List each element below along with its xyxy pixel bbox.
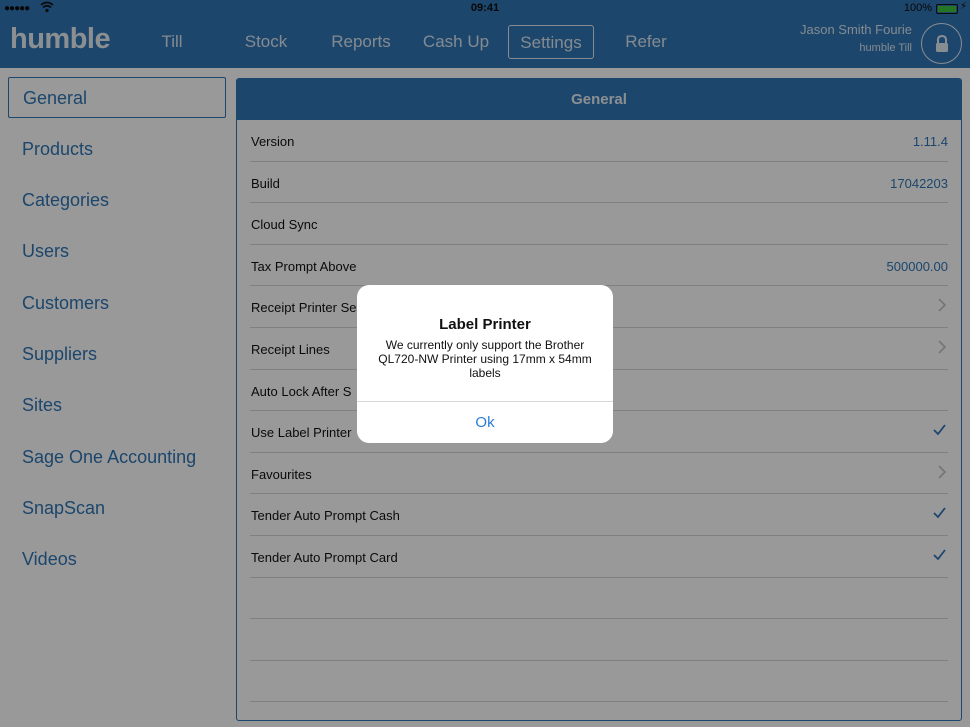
ok-button[interactable]: Ok [357,402,613,443]
label-printer-alert: Label Printer We currently only support … [357,285,613,443]
alert-message: We currently only support the Brother QL… [378,338,592,380]
alert-title: Label Printer [439,316,531,333]
